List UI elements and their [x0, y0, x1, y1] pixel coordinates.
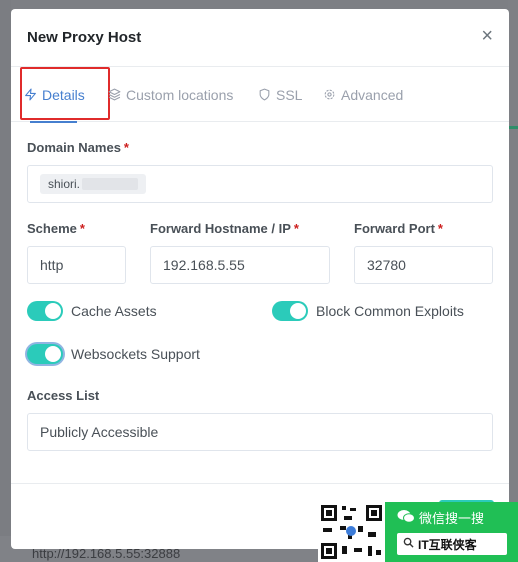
watermark-account-box: IT互联侠客 [397, 533, 507, 555]
layers-icon [108, 88, 121, 101]
tab-ssl[interactable]: SSL [258, 67, 302, 122]
scheme-label: Scheme * [27, 221, 85, 236]
scheme-label-text: Scheme [27, 221, 77, 236]
domain-names-input[interactable]: shiori. [27, 165, 493, 203]
forward-hostname-label: Forward Hostname / IP * [150, 221, 299, 236]
close-icon[interactable]: × [481, 26, 493, 46]
tab-label: Advanced [341, 86, 404, 103]
websockets-toggle[interactable] [27, 344, 63, 364]
domain-names-label: Domain Names * [27, 140, 129, 155]
required-mark: * [437, 221, 443, 236]
scheme-input[interactable]: http [27, 246, 126, 284]
forward-hostname-input[interactable]: 192.168.5.55 [150, 246, 330, 284]
shield-icon [259, 88, 270, 101]
watermark-green-panel: 微信搜一搜 IT互联侠客 [385, 502, 518, 562]
block-exploits-toggle-row[interactable]: Block Common Exploits [272, 301, 464, 321]
websockets-toggle-row[interactable]: Websockets Support [27, 344, 200, 364]
tab-label: SSL [276, 86, 303, 103]
new-proxy-host-modal: New Proxy Host × Details Custom location… [11, 9, 509, 549]
forward-port-label: Forward Port * [354, 221, 443, 236]
active-tab-indicator [30, 121, 77, 123]
qr-code [318, 502, 385, 562]
gear-icon [324, 89, 335, 100]
search-icon [403, 537, 414, 551]
tab-label: Custom locations [126, 86, 234, 103]
tab-label: Details [42, 86, 85, 103]
block-exploits-toggle[interactable] [272, 301, 308, 321]
tab-advanced[interactable]: Advanced [323, 67, 403, 122]
blurred-domain [82, 178, 139, 190]
required-mark: * [123, 140, 129, 155]
wechat-watermark: 微信搜一搜 IT互联侠客 [318, 502, 518, 562]
cache-assets-toggle-row[interactable]: Cache Assets [27, 301, 157, 321]
wechat-icon [397, 509, 415, 526]
domain-names-label-text: Domain Names [27, 140, 121, 155]
domain-tag-text: shiori. [48, 177, 81, 191]
required-mark: * [79, 221, 85, 236]
modal-title: New Proxy Host [27, 29, 142, 46]
zap-icon [25, 88, 36, 101]
access-list-select[interactable]: Publicly Accessible [27, 413, 493, 451]
modal-header: New Proxy Host × [11, 9, 509, 67]
watermark-search-text: 微信搜一搜 [419, 511, 485, 526]
watermark-account-text: IT互联侠客 [418, 537, 477, 552]
watermark-search: 微信搜一搜 [397, 508, 484, 527]
websockets-label: Websockets Support [71, 346, 200, 362]
block-exploits-label: Block Common Exploits [316, 303, 464, 319]
domain-tag[interactable]: shiori. [40, 174, 147, 194]
background-accent-line [508, 126, 518, 129]
tab-details[interactable]: Details [20, 67, 110, 123]
tab-custom-locations[interactable]: Custom locations [108, 67, 233, 122]
forward-hostname-label-text: Forward Hostname / IP [150, 221, 291, 236]
access-list-label: Access List [27, 388, 100, 403]
required-mark: * [293, 221, 299, 236]
cache-assets-label: Cache Assets [71, 303, 157, 319]
background-page [0, 0, 11, 562]
tab-bar: Details Custom locations SSL Advanced [11, 67, 509, 123]
forward-port-label-text: Forward Port [354, 221, 435, 236]
qr-code-icon [321, 505, 382, 559]
cache-assets-toggle[interactable] [27, 301, 63, 321]
background-page-right [508, 0, 518, 562]
forward-port-input[interactable]: 32780 [354, 246, 493, 284]
modal-footer-divider [11, 483, 509, 484]
